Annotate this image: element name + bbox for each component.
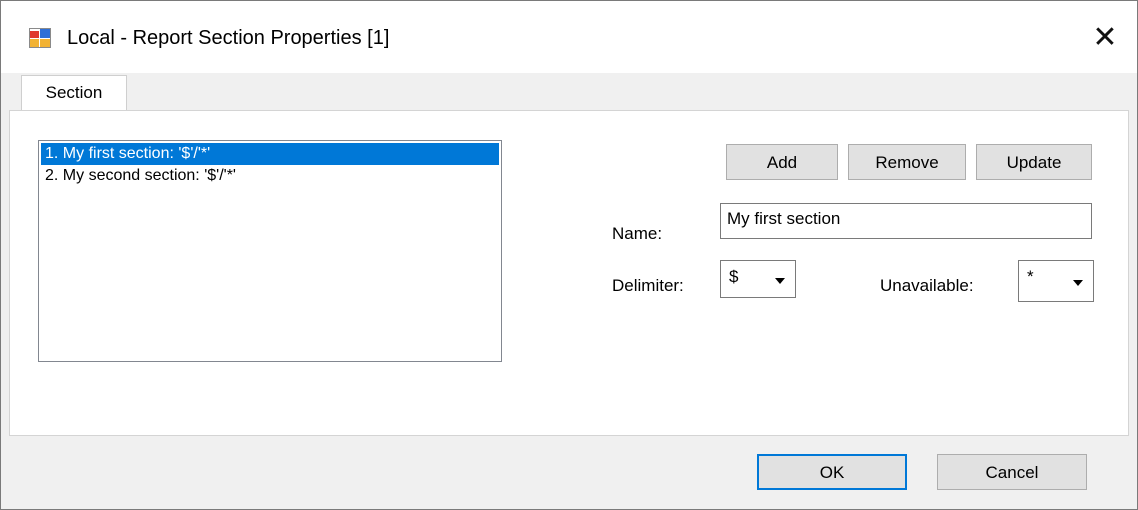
dialog-footer: OK Cancel <box>1 437 1137 509</box>
add-button[interactable]: Add <box>726 144 838 180</box>
cancel-button[interactable]: Cancel <box>937 454 1087 490</box>
chevron-down-icon <box>775 278 785 284</box>
dialog-window: Local - Report Section Properties [1] ✕ … <box>0 0 1138 510</box>
sections-listbox[interactable]: 1. My first section: '$'/'*' 2. My secon… <box>38 140 502 362</box>
section-tab-panel: 1. My first section: '$'/'*' 2. My secon… <box>9 110 1129 436</box>
tab-section[interactable]: Section <box>21 75 127 111</box>
delimiter-select[interactable]: $ <box>720 260 796 298</box>
close-icon[interactable]: ✕ <box>1073 1 1137 73</box>
ok-button[interactable]: OK <box>757 454 907 490</box>
name-field[interactable]: My first section <box>720 203 1092 239</box>
chevron-down-icon <box>1073 280 1083 286</box>
remove-button[interactable]: Remove <box>848 144 966 180</box>
report-window-icon <box>29 28 51 48</box>
delimiter-label: Delimiter: <box>612 276 684 295</box>
unavailable-label: Unavailable: <box>880 276 974 295</box>
list-item[interactable]: 2. My second section: '$'/'*' <box>41 165 499 187</box>
name-label: Name: <box>612 224 663 243</box>
update-button[interactable]: Update <box>976 144 1092 180</box>
unavailable-select[interactable]: * <box>1018 260 1094 302</box>
title-bar[interactable]: Local - Report Section Properties [1] ✕ <box>1 1 1137 73</box>
list-item[interactable]: 1. My first section: '$'/'*' <box>41 143 499 165</box>
delimiter-value: $ <box>729 267 739 286</box>
tab-strip: Section <box>9 73 1129 111</box>
window-title: Local - Report Section Properties [1] <box>67 27 390 49</box>
unavailable-value: * <box>1027 267 1034 286</box>
